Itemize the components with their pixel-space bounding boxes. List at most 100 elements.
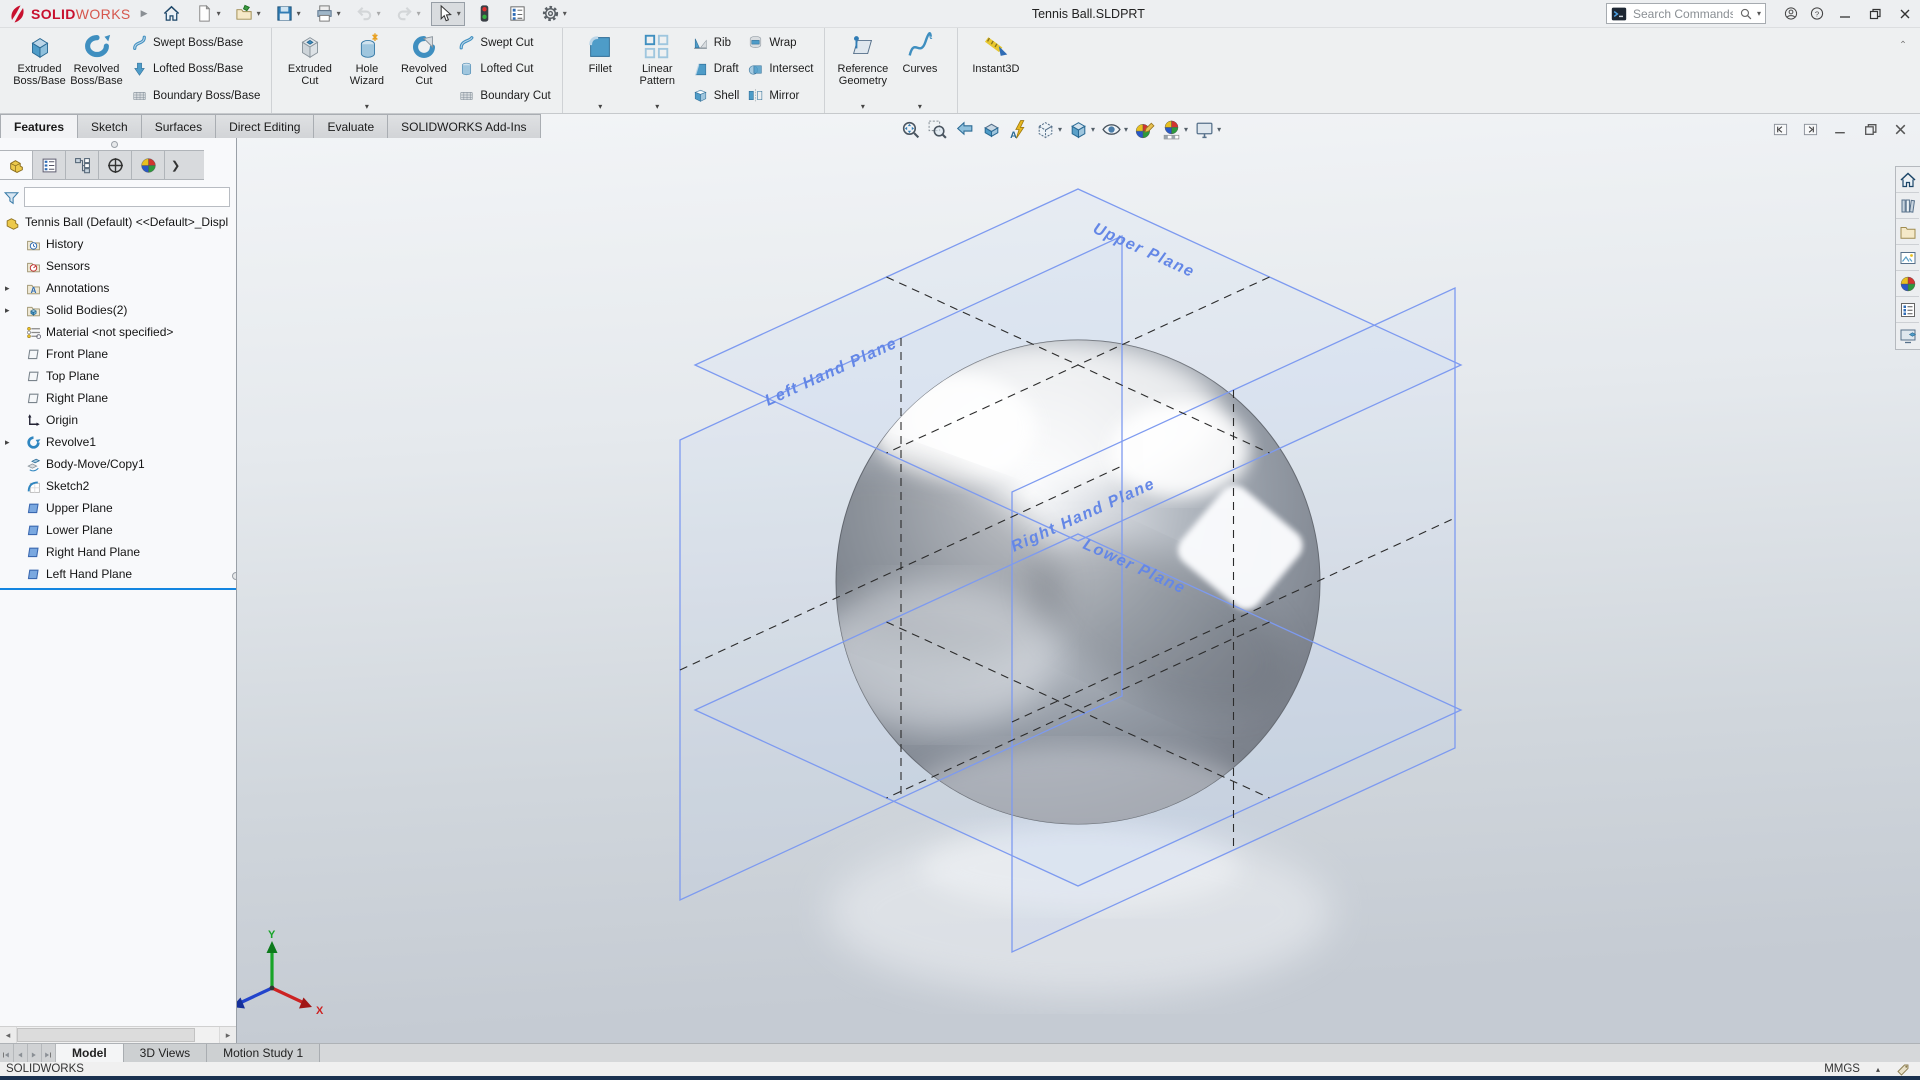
search-commands-input[interactable] xyxy=(1631,6,1735,22)
redo-dropdown-icon[interactable]: ▾ xyxy=(417,10,421,18)
filter-input[interactable] xyxy=(24,187,230,207)
lofted-boss-base-button[interactable]: Lofted Boss/Base xyxy=(131,61,260,78)
doc-tab-model[interactable]: Model xyxy=(56,1044,124,1062)
apply-scene-button[interactable]: ▾ xyxy=(1158,118,1191,141)
redo-button[interactable]: ▾ xyxy=(391,2,425,26)
new-document-dropdown-icon[interactable]: ▾ xyxy=(217,10,221,18)
view-orientation-button[interactable]: ▾ xyxy=(1032,118,1065,141)
login-button[interactable] xyxy=(1778,1,1804,27)
reference-geometry-button[interactable]: Reference Geometry▾ xyxy=(834,30,891,112)
featuremanager-design-tree-tab[interactable] xyxy=(0,151,33,179)
save-dropdown-icon[interactable]: ▾ xyxy=(297,10,301,18)
tree-item-right-plane[interactable]: Right Plane xyxy=(0,387,236,409)
file-explorer-tab[interactable] xyxy=(1896,219,1919,245)
tab-solidworks-add-ins[interactable]: SOLIDWORKS Add-Ins xyxy=(387,114,540,138)
rib-button[interactable]: Rib xyxy=(692,34,740,51)
new-document-button[interactable]: ▾ xyxy=(191,2,225,26)
home-button[interactable] xyxy=(158,2,185,26)
fillet-button[interactable]: Fillet▾ xyxy=(572,30,629,112)
graphics-area[interactable]: Upper Plane Left Hand Plane Right Hand P… xyxy=(0,114,1920,1043)
print-dropdown-icon[interactable]: ▾ xyxy=(337,10,341,18)
collapse-pane-left-button[interactable] xyxy=(1770,121,1790,138)
doc-close-button[interactable] xyxy=(1890,121,1910,138)
dynamic-annotation-views-button[interactable]: A xyxy=(1005,118,1032,141)
doc-tab-motion-study-1[interactable]: Motion Study 1 xyxy=(207,1044,320,1062)
tree-item-left-hand-plane[interactable]: Left Hand Plane xyxy=(0,563,236,585)
open-dropdown-icon[interactable]: ▾ xyxy=(257,10,261,18)
search-dropdown-icon[interactable]: ▾ xyxy=(1757,10,1761,18)
view-settings-button[interactable]: ▾ xyxy=(1191,118,1224,141)
restore-button[interactable] xyxy=(1860,0,1890,27)
tab-surfaces[interactable]: Surfaces xyxy=(141,114,216,138)
tree-item-annotations[interactable]: ▸AAnnotations xyxy=(0,277,236,299)
dimxpertmanager-tab[interactable] xyxy=(99,151,132,179)
panel-horizontal-scrollbar[interactable]: ◂ ▸ xyxy=(0,1026,236,1043)
mirror-button[interactable]: Mirror xyxy=(747,87,813,104)
scrollbar-thumb[interactable] xyxy=(17,1028,195,1042)
file-properties-button[interactable] xyxy=(504,2,531,26)
propertymanager-tab[interactable] xyxy=(33,151,66,179)
options-button[interactable]: ▾ xyxy=(537,2,571,26)
previous-view-button[interactable] xyxy=(951,118,978,141)
tree-item-front-plane[interactable]: Front Plane xyxy=(0,343,236,365)
pane-tabs-overflow-button[interactable]: ❯ xyxy=(165,151,185,179)
minimize-button[interactable] xyxy=(1830,0,1860,27)
view-settings-dropdown-icon[interactable]: ▾ xyxy=(1217,125,1221,134)
tab-sketch[interactable]: Sketch xyxy=(77,114,142,138)
boundary-boss-base-button[interactable]: Boundary Boss/Base xyxy=(131,87,260,104)
menu-flyout-arrow-icon[interactable]: ▶ xyxy=(141,8,148,19)
panel-grip-handle[interactable] xyxy=(111,141,118,148)
view-orientation-dropdown-icon[interactable]: ▾ xyxy=(1058,125,1062,134)
apply-scene-dropdown-icon[interactable]: ▾ xyxy=(1184,125,1188,134)
doc-tab-3d-views[interactable]: 3D Views xyxy=(124,1044,207,1062)
curves-button[interactable]: Curves▾ xyxy=(891,30,948,112)
undo-button[interactable]: ▾ xyxy=(351,2,385,26)
design-library-tab[interactable] xyxy=(1896,193,1919,219)
help-button[interactable]: ? xyxy=(1804,1,1830,27)
unit-system-dropdown-icon[interactable]: ▴ xyxy=(1876,1065,1880,1074)
zoom-to-area-button[interactable] xyxy=(924,118,951,141)
tree-item-top-plane[interactable]: Top Plane xyxy=(0,365,236,387)
hide-show-items-button[interactable]: ▾ xyxy=(1098,118,1131,141)
ribbon-collapse-button[interactable] xyxy=(1894,32,1912,48)
nav-prev-button[interactable] xyxy=(14,1044,28,1062)
search-icon[interactable] xyxy=(1739,7,1753,21)
tab-evaluate[interactable]: Evaluate xyxy=(313,114,388,138)
section-view-button[interactable] xyxy=(978,118,1005,141)
tree-item-tennis-ball-default-default-displ[interactable]: Tennis Ball (Default) <<Default>_Displ xyxy=(0,211,236,233)
shell-button[interactable]: Shell xyxy=(692,87,740,104)
scroll-left-button[interactable]: ◂ xyxy=(0,1027,17,1043)
tree-item-sensors[interactable]: Sensors xyxy=(0,255,236,277)
tree-item-sketch2[interactable]: Sketch2 xyxy=(0,475,236,497)
display-style-button[interactable]: ▾ xyxy=(1065,118,1098,141)
display-style-dropdown-icon[interactable]: ▾ xyxy=(1091,125,1095,134)
tree-item-material-not-specified[interactable]: Material <not specified> xyxy=(0,321,236,343)
displaymanager-tab[interactable] xyxy=(132,151,165,179)
rollback-bar[interactable] xyxy=(0,588,236,590)
extruded-boss-base-button[interactable]: Extruded Boss/Base xyxy=(11,30,68,112)
extruded-cut-button[interactable]: Extruded Cut xyxy=(281,30,338,112)
lofted-cut-button[interactable]: Lofted Cut xyxy=(458,61,550,78)
revolved-cut-button[interactable]: Revolved Cut xyxy=(395,30,452,112)
hole-wizard-button[interactable]: Hole Wizard▾ xyxy=(338,30,395,112)
intersect-button[interactable]: Intersect xyxy=(747,61,813,78)
tree-item-solid-bodies-2[interactable]: ▸Solid Bodies(2) xyxy=(0,299,236,321)
boundary-cut-button[interactable]: Boundary Cut xyxy=(458,87,550,104)
search-commands-box[interactable]: ▾ xyxy=(1606,3,1766,24)
print-button[interactable]: ▾ xyxy=(311,2,345,26)
revolved-boss-base-button[interactable]: Revolved Boss/Base xyxy=(68,30,125,112)
open-button[interactable]: ▾ xyxy=(231,2,265,26)
hide-show-items-dropdown-icon[interactable]: ▾ xyxy=(1124,125,1128,134)
tree-item-revolve1[interactable]: ▸Revolve1 xyxy=(0,431,236,453)
select-button[interactable]: ▾ xyxy=(431,2,465,26)
collapse-pane-right-button[interactable] xyxy=(1800,121,1820,138)
draft-button[interactable]: Draft xyxy=(692,61,740,78)
appearances-scenes-tab[interactable] xyxy=(1896,271,1919,297)
tree-item-lower-plane[interactable]: Lower Plane xyxy=(0,519,236,541)
swept-boss-base-button[interactable]: Swept Boss/Base xyxy=(131,34,260,51)
linear-pattern-button[interactable]: Linear Pattern▾ xyxy=(629,30,686,112)
tree-item-upper-plane[interactable]: Upper Plane xyxy=(0,497,236,519)
solidworks-forum-tab[interactable] xyxy=(1896,323,1919,349)
save-button[interactable]: ▾ xyxy=(271,2,305,26)
undo-dropdown-icon[interactable]: ▾ xyxy=(377,10,381,18)
